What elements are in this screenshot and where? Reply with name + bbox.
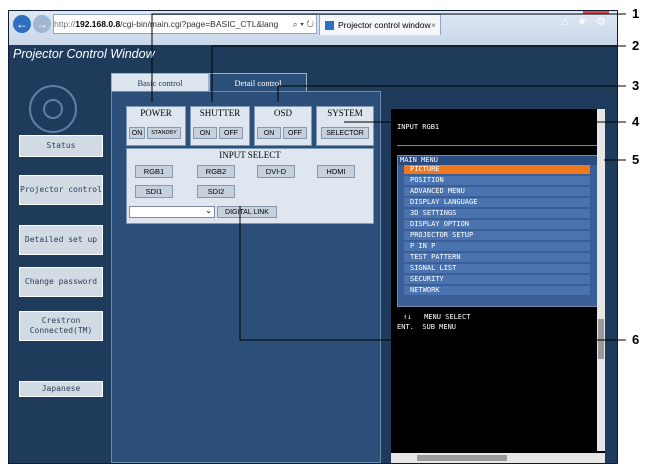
sidebar-item-label: Projector control [20, 185, 102, 194]
input-dropdown[interactable]: ⌄ [129, 206, 215, 218]
callout-6: 6 [632, 332, 640, 347]
input-select-title: INPUT SELECT [219, 150, 281, 160]
osd-preview-panel: INPUT RGB1 MAIN MENU PICTURE POSITION ADVA… [391, 109, 605, 463]
main-menu-item[interactable]: DISPLAY LANGUAGE [404, 198, 590, 207]
main-menu-item[interactable]: PROJECTOR SETUP [404, 231, 590, 240]
system-title: SYSTEM [327, 108, 363, 118]
power-standby-button[interactable]: STANDBY [147, 127, 181, 139]
basic-control-panel: POWER ON STANDBY SHUTTER ON OFF OSD ON O… [111, 91, 381, 463]
input-rgb2-button[interactable]: RGB2 [197, 165, 235, 178]
main-menu-list: PICTURE POSITION ADVANCED MENU DISPLAY LANG… [398, 165, 598, 295]
shutter-on-button[interactable]: ON [193, 127, 217, 139]
page-icon [325, 21, 334, 31]
back-arrow-icon[interactable]: ← [13, 15, 31, 33]
callout-1: 1 [632, 6, 640, 21]
input-sdi2-button[interactable]: SDI2 [197, 185, 235, 198]
app-title: Projector Control Window [13, 47, 155, 61]
callout-2: 2 [632, 38, 640, 53]
callout-5: 5 [632, 152, 640, 167]
sidebar-item-projector-control[interactable]: Projector control [19, 175, 103, 205]
callout-4: 4 [632, 114, 640, 129]
power-title: POWER [140, 108, 172, 118]
tab-basic-control[interactable]: Basic control [111, 73, 209, 92]
chevron-down-icon: ⌄ [205, 206, 212, 215]
address-controls[interactable]: ⌕ ▾ ↻ [293, 15, 314, 33]
sidebar-item-detailed-set-up[interactable]: Detailed set up [19, 225, 103, 255]
osd-input-label: INPUT RGB1 [397, 123, 440, 131]
sidebar-item-change-password[interactable]: Change password [19, 267, 103, 297]
osd-group: OSD ON OFF [254, 106, 312, 146]
osd-footer-submenu: ENT. SUB MENU [397, 323, 457, 331]
address-bar[interactable]: http://192.168.0.8/cgi-bin/main.cgi?page… [53, 14, 317, 34]
sidebar-item-label: Status [46, 141, 76, 150]
address-host: 192.168.0.8 [75, 19, 121, 29]
address-prefix: http:// [54, 19, 76, 29]
input-sdi1-button[interactable]: SDI1 [135, 185, 173, 198]
osd-on-button[interactable]: ON [257, 127, 281, 139]
forward-arrow-icon[interactable]: → [33, 15, 51, 33]
power-on-button[interactable]: ON [129, 127, 145, 139]
main-menu-item[interactable]: PICTURE [404, 165, 590, 174]
osd-off-button[interactable]: OFF [283, 127, 307, 139]
scrollbar-thumb[interactable] [598, 319, 604, 359]
callout-3: 3 [632, 78, 640, 93]
system-selector-button[interactable]: SELECTOR [321, 127, 369, 139]
input-select-group: INPUT SELECT RGB1 RGB2 DVI-D HDMI SDI1 S… [126, 148, 374, 224]
browser-tab[interactable]: Projector control window × [319, 14, 441, 35]
browser-window: ← → http://192.168.0.8/cgi-bin/main.cgi?… [8, 10, 618, 464]
main-menu-item[interactable]: 3D SETTINGS [404, 209, 590, 218]
shutter-off-button[interactable]: OFF [219, 127, 243, 139]
main-menu-title: MAIN MENU [398, 156, 598, 165]
input-dvid-button[interactable]: DVI-D [257, 165, 295, 178]
scrollbar-thumb[interactable] [417, 455, 507, 461]
address-path: /cgi-bin/main.cgi?page=BASIC_CTL&lang [120, 19, 279, 29]
sidebar-item-japanese[interactable]: Japanese [19, 381, 103, 397]
tab-close-icon[interactable]: × [431, 15, 436, 35]
sidebar-item-crestron[interactable]: Crestron Connected(TM) [19, 311, 103, 341]
shutter-title: SHUTTER [199, 108, 241, 118]
logo-icon [29, 85, 77, 133]
input-hdmi-button[interactable]: HDMI [317, 165, 355, 178]
main-menu-item[interactable]: ADVANCED MENU [404, 187, 590, 196]
osd-main-menu: MAIN MENU PICTURE POSITION ADVANCED MENU DI… [397, 155, 599, 307]
sidebar-item-label: Change password [24, 277, 98, 286]
main-menu-item[interactable]: DISPLAY OPTION [404, 220, 590, 229]
osd-title: OSD [273, 108, 292, 118]
shutter-group: SHUTTER ON OFF [190, 106, 250, 146]
tab-detail-control[interactable]: Detail control [209, 73, 307, 92]
system-group: SYSTEM SELECTOR [316, 106, 374, 146]
sidebar-item-label: Detailed set up [24, 235, 98, 244]
main-menu-item[interactable]: TEST PATTERN [404, 253, 590, 262]
sidebar-item-label: Crestron Connected(TM) [29, 316, 93, 335]
sidebar-item-label: Japanese [41, 384, 81, 393]
osd-footer-select: ↑↓ MENU SELECT [403, 313, 471, 321]
osd-divider [397, 145, 597, 146]
power-group: POWER ON STANDBY [126, 106, 186, 146]
sidebar-item-status[interactable]: Status [19, 135, 103, 157]
main-menu-item[interactable]: NETWORK [404, 286, 590, 295]
main-menu-item[interactable]: P IN P [404, 242, 590, 251]
vertical-scrollbar[interactable] [597, 109, 605, 451]
horizontal-scrollbar[interactable] [391, 453, 605, 463]
input-rgb1-button[interactable]: RGB1 [135, 165, 173, 178]
main-menu-item[interactable]: POSITION [404, 176, 590, 185]
window-close-indicator[interactable] [583, 11, 609, 14]
digital-link-button[interactable]: DIGITAL LINK [217, 206, 277, 218]
tab-title: Projector control window [338, 20, 431, 30]
main-menu-item[interactable]: SECURITY [404, 275, 590, 284]
browser-right-icons[interactable]: ⌂ ★ ⚙ [562, 15, 609, 28]
browser-toolbar: ← → http://192.168.0.8/cgi-bin/main.cgi?… [9, 11, 617, 45]
main-menu-item[interactable]: SIGNAL LIST [404, 264, 590, 273]
